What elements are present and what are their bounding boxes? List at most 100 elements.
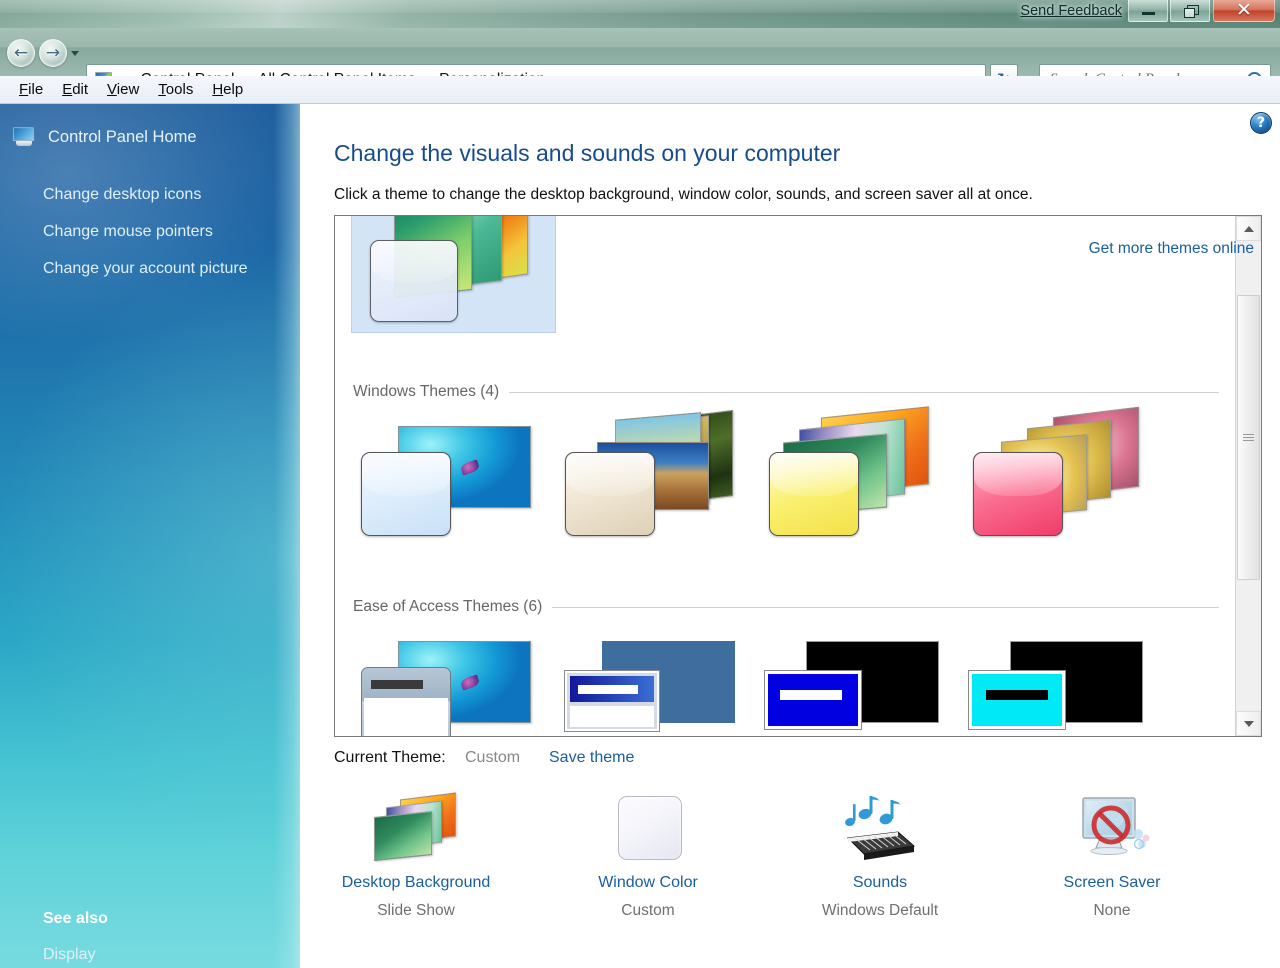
theme-glass-preview bbox=[565, 452, 655, 536]
menu-view-accel: V bbox=[107, 81, 117, 98]
section-rule bbox=[552, 606, 1219, 608]
theme-glass-preview bbox=[370, 240, 458, 322]
theme-hc-window-preview bbox=[765, 671, 861, 729]
theme-tile-landscapes[interactable] bbox=[965, 406, 1170, 536]
section-label-ease-of-access-themes: Ease of Access Themes (6) bbox=[353, 598, 543, 615]
sidebar-home-label: Control Panel Home bbox=[48, 127, 197, 146]
theme-glass-preview bbox=[973, 452, 1063, 536]
setting-window-color[interactable]: Window Color Custom bbox=[532, 794, 764, 954]
sidebar-item-display[interactable]: Display bbox=[43, 946, 95, 964]
scrollbar-grip-icon bbox=[1243, 433, 1254, 442]
desktop-background-icon bbox=[370, 792, 462, 864]
sidebar-item-control-panel-home[interactable]: Control Panel Home bbox=[12, 126, 197, 148]
see-also-heading: See also bbox=[43, 910, 108, 927]
theme-glass-preview bbox=[769, 452, 859, 536]
triangle-up-icon bbox=[1243, 225, 1254, 232]
desktop-background-title[interactable]: Desktop Background bbox=[342, 874, 491, 892]
sounds-value: Windows Default bbox=[821, 902, 939, 919]
sounds-title[interactable]: Sounds bbox=[853, 874, 907, 892]
back-button[interactable]: ← bbox=[7, 39, 35, 67]
menu-tools[interactable]: Tools bbox=[149, 78, 202, 101]
menu-help[interactable]: Help bbox=[203, 78, 252, 101]
window-color-value: Custom bbox=[621, 902, 675, 919]
main-content: ? Change the visuals and sounds on your … bbox=[300, 104, 1280, 968]
send-feedback-link[interactable]: Send Feedback bbox=[1020, 3, 1122, 19]
help-icon[interactable]: ? bbox=[1250, 112, 1272, 134]
setting-sounds[interactable]: Sounds Windows Default bbox=[764, 794, 996, 954]
minimize-icon bbox=[1141, 12, 1155, 15]
get-more-themes-online-link[interactable]: Get more themes online bbox=[1089, 240, 1254, 258]
theme-tile-architecture[interactable] bbox=[557, 410, 762, 536]
sidebar-item-change-account-picture[interactable]: Change your account picture bbox=[43, 260, 248, 278]
theme-list[interactable]: Windows Themes (4) Ease of Access Themes… bbox=[334, 215, 1262, 737]
navigation-sidebar: Control Panel Home Change desktop icons … bbox=[0, 104, 300, 968]
sidebar-item-change-mouse-pointers[interactable]: Change mouse pointers bbox=[43, 223, 213, 241]
close-icon: ✕ bbox=[1236, 0, 1252, 21]
current-theme-row: Current Theme: Custom Save theme bbox=[300, 749, 1280, 775]
back-arrow-icon: ← bbox=[13, 42, 29, 63]
section-rule bbox=[509, 391, 1219, 393]
theme-tile-high-contrast-1[interactable] bbox=[761, 631, 966, 736]
window-color-title[interactable]: Window Color bbox=[598, 874, 698, 892]
section-header-windows-themes: Windows Themes (4) bbox=[353, 383, 1219, 401]
address-toolbar: ← → ▸ Control Panel ▸ All Control Panel … bbox=[0, 28, 1280, 95]
sounds-icon bbox=[834, 794, 926, 864]
desktop-background-value: Slide Show bbox=[377, 902, 455, 919]
menu-tools-accel: T bbox=[158, 81, 166, 98]
scroll-down-button[interactable] bbox=[1236, 711, 1261, 736]
menu-edit-rest: dit bbox=[72, 81, 89, 98]
theme-tile-unsaved[interactable] bbox=[351, 216, 556, 333]
menu-edit-accel: E bbox=[62, 81, 73, 98]
setting-desktop-background[interactable]: Desktop Background Slide Show bbox=[300, 792, 532, 954]
menu-file-rest: ile bbox=[28, 81, 44, 98]
current-theme-label: Current Theme: bbox=[334, 749, 446, 766]
screen-saver-icon bbox=[1066, 794, 1158, 864]
theme-glass-preview bbox=[361, 452, 451, 536]
current-theme-value: Custom bbox=[465, 749, 521, 766]
music-notes-keyboard-icon bbox=[845, 796, 916, 860]
sidebar-item-change-desktop-icons[interactable]: Change desktop icons bbox=[43, 186, 201, 204]
menu-view[interactable]: View bbox=[98, 78, 148, 101]
window-color-icon bbox=[602, 794, 694, 864]
window-titlebar: Send Feedback ✕ bbox=[0, 0, 1280, 28]
menu-edit[interactable]: Edit bbox=[53, 78, 97, 101]
restore-icon bbox=[1183, 5, 1199, 18]
theme-classic-window-preview bbox=[565, 671, 659, 731]
theme-tile-windows-7-basic[interactable] bbox=[353, 631, 558, 736]
section-header-ease-of-access-themes: Ease of Access Themes (6) bbox=[353, 598, 1219, 616]
personalization-settings-row: Desktop Background Slide Show Window Col… bbox=[300, 792, 1280, 954]
section-label-windows-themes: Windows Themes (4) bbox=[353, 383, 500, 400]
theme-tile-high-contrast-2[interactable] bbox=[965, 631, 1170, 736]
screen-saver-title[interactable]: Screen Saver bbox=[1064, 874, 1161, 892]
menu-bar: File Edit View Tools Help bbox=[0, 76, 1280, 104]
close-button[interactable]: ✕ bbox=[1213, 0, 1275, 22]
theme-tile-characters[interactable] bbox=[761, 406, 966, 536]
recent-locations-chevron-down-icon[interactable] bbox=[71, 51, 79, 56]
theme-list-scrollbar[interactable] bbox=[1235, 216, 1261, 736]
forward-arrow-icon: → bbox=[45, 42, 61, 63]
setting-screen-saver[interactable]: Screen Saver None bbox=[996, 794, 1228, 954]
theme-tile-windows-7[interactable] bbox=[353, 416, 558, 536]
screen-saver-value: None bbox=[1093, 902, 1131, 919]
page-title: Change the visuals and sounds on your co… bbox=[334, 140, 841, 166]
page-subtitle: Click a theme to change the desktop back… bbox=[334, 186, 1033, 203]
forward-button[interactable]: → bbox=[39, 39, 67, 67]
menu-help-accel: H bbox=[212, 81, 224, 98]
theme-basic-window-preview bbox=[361, 667, 451, 736]
monitor-with-no-symbol-icon bbox=[1082, 797, 1150, 855]
theme-tile-windows-classic[interactable] bbox=[557, 631, 762, 736]
minimize-button[interactable] bbox=[1128, 0, 1168, 22]
menu-view-rest: iew bbox=[116, 81, 140, 98]
theme-list-viewport: Windows Themes (4) Ease of Access Themes… bbox=[335, 216, 1237, 736]
control-panel-home-icon bbox=[12, 126, 36, 148]
theme-hc-window-preview bbox=[969, 671, 1065, 729]
menu-file-accel: F bbox=[19, 81, 29, 98]
triangle-down-icon bbox=[1243, 720, 1254, 727]
menu-file[interactable]: File bbox=[10, 78, 52, 101]
restore-button[interactable] bbox=[1170, 0, 1210, 22]
scroll-up-button[interactable] bbox=[1236, 216, 1261, 241]
save-theme-link[interactable]: Save theme bbox=[549, 749, 634, 767]
menu-help-rest: elp bbox=[223, 81, 244, 98]
scrollbar-thumb[interactable] bbox=[1237, 295, 1260, 580]
help-glyph: ? bbox=[1256, 115, 1266, 131]
